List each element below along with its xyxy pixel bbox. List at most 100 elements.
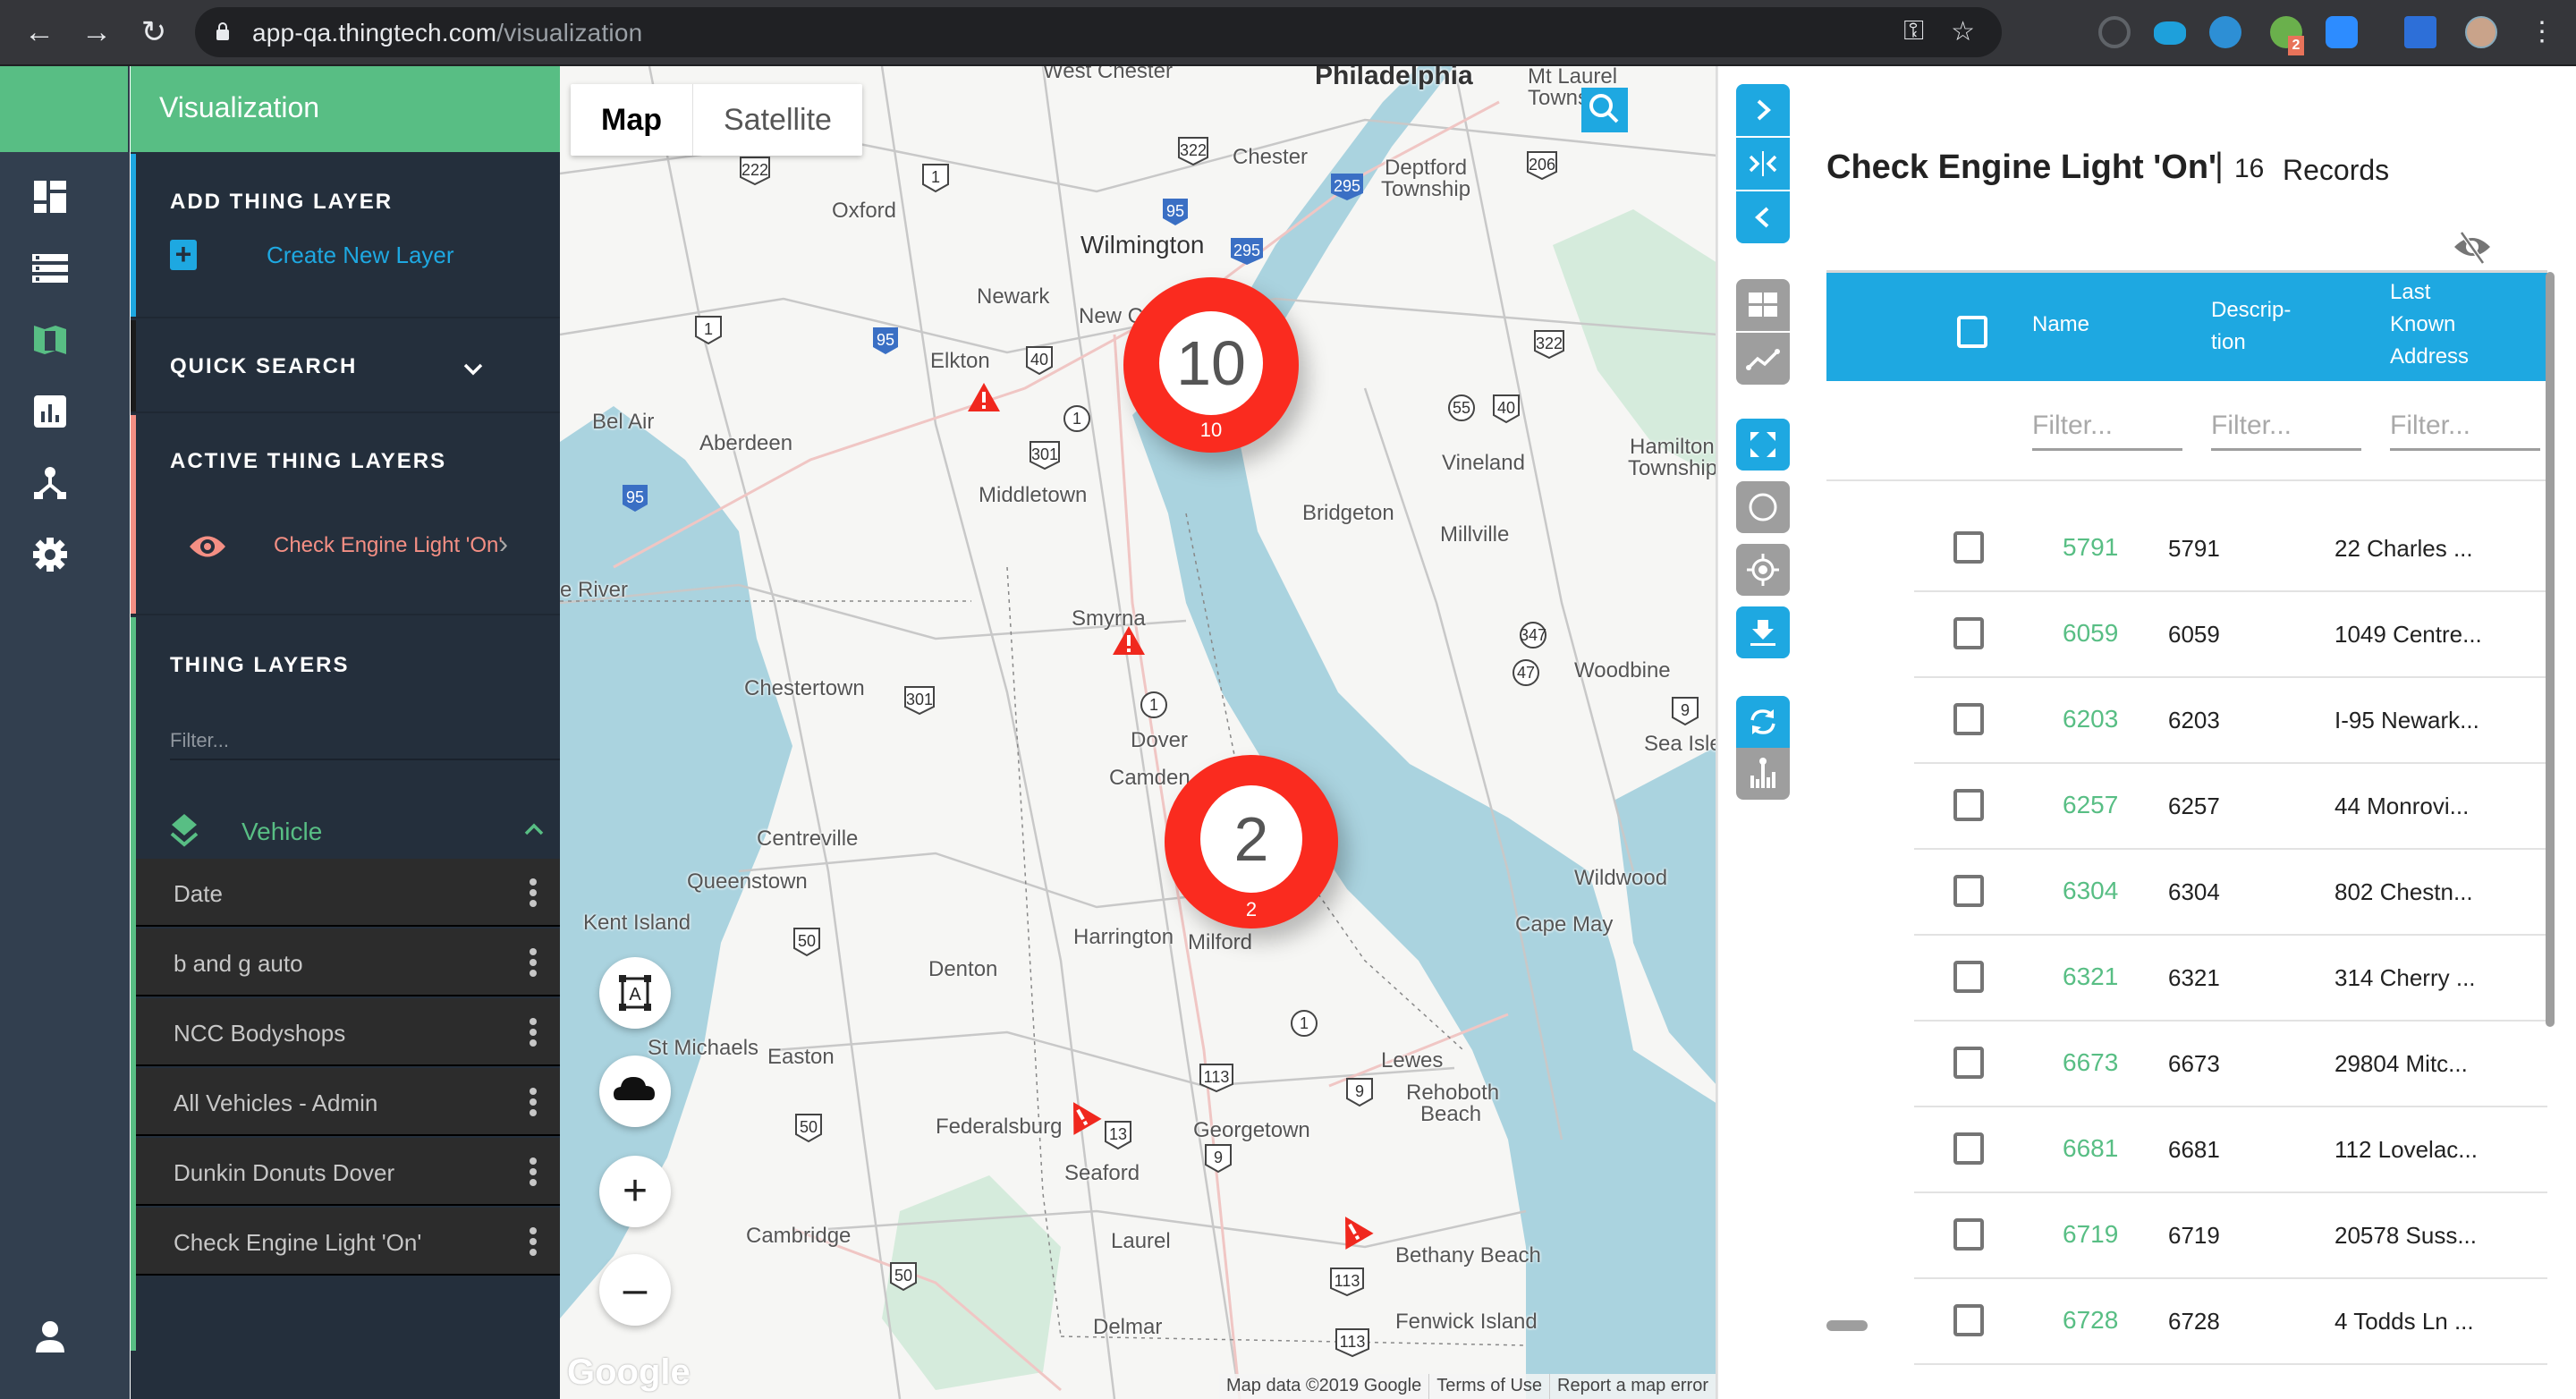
select-all-checkbox[interactable] [1957,316,1987,348]
fit-bounds-button[interactable] [1736,419,1790,471]
list-icon[interactable] [32,250,68,286]
thing-layers-filter-input[interactable] [170,714,571,760]
row-name-link[interactable]: 6673 [2063,1048,2118,1077]
circle-draw-button[interactable] [1736,481,1790,533]
table-row[interactable]: 6059 6059 1049 Centre... [1914,592,2547,678]
split-view-button[interactable] [1736,138,1790,190]
forward-button[interactable]: → [79,14,114,50]
horizontal-scrollbar[interactable] [1826,1320,1868,1331]
zoom-icon[interactable] [2326,16,2358,48]
table-row[interactable]: 6673 6673 29804 Mitc... [1914,1022,2547,1107]
row-checkbox[interactable] [1953,1132,1984,1165]
menu-icon[interactable]: ⋮ [2524,14,2560,50]
weather-button[interactable] [599,1056,671,1127]
address-filter-input[interactable] [2390,403,2540,451]
chevron-down-icon[interactable] [460,356,487,383]
eye-slash-icon[interactable] [2453,227,2492,267]
report-map-error-link[interactable]: Report a map error [1549,1374,1716,1399]
row-name-link[interactable]: 6257 [2063,791,2118,819]
chevron-up-icon[interactable] [521,816,547,843]
expand-panel-button[interactable] [1736,84,1790,136]
create-new-layer-link[interactable]: Create New Layer [267,242,454,269]
row-name-link[interactable]: 6059 [2063,619,2118,648]
map-icon[interactable] [32,322,68,358]
add-layer-plus-icon[interactable]: + [170,240,197,270]
table-row[interactable]: 6203 6203 I-95 Newark... [1914,678,2547,764]
cast-icon[interactable] [2404,16,2436,48]
extension-icon[interactable] [2098,16,2131,48]
trend-view-button[interactable] [1736,333,1790,385]
more-options-icon[interactable] [530,948,538,979]
quick-search-section[interactable]: QUICK SEARCH [131,320,560,413]
more-options-icon[interactable] [530,878,538,909]
warning-marker-icon[interactable] [1111,624,1147,657]
row-name-link[interactable]: 6719 [2063,1220,2118,1249]
signal-button[interactable] [1736,748,1790,800]
hierarchy-icon[interactable] [32,465,68,501]
chevron-right-icon[interactable]: › [499,530,508,560]
row-name-link[interactable]: 6203 [2063,705,2118,733]
row-name-link[interactable]: 5791 [2063,533,2118,562]
user-icon[interactable] [32,1318,68,1354]
table-row[interactable]: 6728 6728 4 Todds Ln ... [1914,1279,2547,1365]
url-text[interactable]: app-qa.thingtech.com/visualization [252,19,642,47]
row-checkbox[interactable] [1953,1218,1984,1251]
vehicle-group-header[interactable]: Vehicle [136,800,560,864]
row-checkbox[interactable] [1953,1047,1984,1079]
salesforce-icon[interactable] [2154,21,2186,45]
layer-item[interactable]: b and g auto [136,928,560,996]
download-button[interactable] [1736,606,1790,658]
more-options-icon[interactable] [530,1088,538,1118]
map-canvas[interactable]: 222 1 322 206 95 295 295 1 95 40 322 1 5… [560,66,1717,1399]
row-checkbox[interactable] [1953,703,1984,735]
table-row[interactable]: 6257 6257 44 Monrovi... [1914,764,2547,850]
zoom-in-button[interactable]: + [599,1156,671,1227]
address-bar[interactable]: app-qa.thingtech.com/visualization ⚿ ☆ [195,7,2002,57]
table-row[interactable]: 6681 6681 112 Lovelac... [1914,1107,2547,1193]
column-header-name[interactable]: Name [2032,309,2089,341]
table-row[interactable]: 6719 6719 20578 Suss... [1914,1193,2547,1279]
map-cluster[interactable]: 10 10 [1123,277,1299,453]
row-checkbox[interactable] [1953,617,1984,649]
layer-item[interactable]: All Vehicles - Admin [136,1068,560,1136]
eye-icon[interactable] [188,531,227,562]
row-checkbox[interactable] [1953,789,1984,821]
layer-item[interactable]: Check Engine Light 'On' [136,1208,560,1276]
row-name-link[interactable]: 6304 [2063,877,2118,905]
row-checkbox[interactable] [1953,1304,1984,1336]
active-layer-item[interactable]: Check Engine Light 'On' › [131,521,560,574]
row-name-link[interactable]: 6728 [2063,1306,2118,1335]
layer-item[interactable]: Date [136,859,560,927]
dashboard-icon[interactable] [32,179,68,215]
vertical-scrollbar[interactable] [2546,272,2555,1027]
column-header-description[interactable]: Descrip- tion [2211,294,2291,359]
terms-of-use-link[interactable]: Terms of Use [1428,1374,1549,1399]
layer-item[interactable]: NCC Bodyshops [136,998,560,1066]
more-options-icon[interactable] [530,1157,538,1188]
map-type-satellite-tab[interactable]: Satellite [693,84,862,156]
map-search-button[interactable] [1581,88,1628,132]
back-button[interactable]: ← [21,14,57,50]
row-checkbox[interactable] [1953,961,1984,993]
name-filter-input[interactable] [2032,403,2182,451]
map-type-map-tab[interactable]: Map [571,84,693,156]
table-row[interactable]: 6321 6321 314 Cherry ... [1914,936,2547,1022]
extension-s-icon[interactable] [2209,16,2241,48]
settings-icon[interactable] [32,537,68,572]
map-cluster[interactable]: 2 2 [1165,755,1338,928]
more-options-icon[interactable] [530,1227,538,1258]
layer-item[interactable]: Dunkin Donuts Dover [136,1138,560,1206]
row-checkbox[interactable] [1953,531,1984,564]
profile-avatar[interactable] [2465,16,2497,48]
refresh-button[interactable] [1736,696,1790,748]
row-name-link[interactable]: 6681 [2063,1134,2118,1163]
zoom-out-button[interactable]: – [599,1254,671,1326]
grid-view-button[interactable] [1736,279,1790,331]
collapse-panel-button[interactable] [1736,191,1790,243]
table-row[interactable]: 6304 6304 802 Chestn... [1914,850,2547,936]
bookmark-star-icon[interactable]: ☆ [1951,16,1975,47]
more-options-icon[interactable] [530,1018,538,1048]
draw-selection-button[interactable]: A [599,957,671,1029]
table-row[interactable]: 5791 5791 22 Charles ... [1914,506,2547,592]
row-checkbox[interactable] [1953,875,1984,907]
